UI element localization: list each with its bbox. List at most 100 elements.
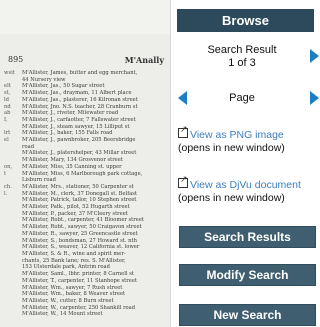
scan-page-header: 895 M'Anally: [0, 52, 170, 68]
scan-line-text: M'Allister, Wm., baker, 8 Weaver street: [22, 291, 126, 298]
new-search-button[interactable]: New Search: [179, 304, 316, 326]
next-page-arrow-icon[interactable]: [310, 91, 319, 105]
scan-line-text: M'Allister, T., carpenter, 11 Stanhope s…: [22, 277, 137, 284]
browse-panel: Browse Search Result 1 of 3 Page View as…: [172, 0, 319, 327]
scan-line-text: M'Allister, P., packer, 37 M'Cleery stre…: [22, 210, 128, 217]
scan-text-line: M'Allister, J., platershelper, 43 Millar…: [4, 150, 170, 157]
scan-text-line: I, M'Allister, J., carfaotter, 7 Fallswat…: [4, 117, 170, 124]
scan-text-line: nd M'Allister, Jno. N.S. teacher, 28 Cran…: [4, 104, 170, 111]
scan-text-line: M'Allister, Patrick, tailor, 10 Stephen …: [4, 197, 170, 204]
search-result-indicator: Search Result 1 of 3: [177, 44, 307, 70]
scan-line-text: M'Allister, J., baker, 155 Falls road: [22, 130, 113, 137]
scan-text-line: road: [4, 144, 170, 151]
search-result-label: Search Result: [207, 44, 277, 56]
scan-text-line: M'Allister, Robt., carpenter, 41 Bloomer…: [4, 217, 170, 224]
view-png-block: View as PNG image (opens in new window): [178, 123, 319, 155]
scan-line-text: M'Allister, R., sawyer, 25 Greencastle s…: [22, 230, 138, 237]
scan-line-text: M'Allister, S., weaver, 12 California st…: [22, 244, 140, 251]
scan-text-line: M'Allister, W., cutter, 8 Burn street: [4, 298, 170, 305]
scan-line-text: M'Allister, Jas., draymam, 11 Albert pla…: [22, 90, 132, 97]
scan-line-margin: I,: [4, 116, 8, 123]
scan-page-number: 895: [8, 55, 24, 64]
scan-line-text: road: [22, 143, 35, 150]
scanned-page-thumbnail: 895 M'Anally wsit M'Allister, James, butt…: [0, 0, 171, 327]
scan-line-margin: ld: [4, 96, 9, 103]
scan-line-text: M'Allister, J., riveter, Milewater road: [22, 110, 119, 117]
scan-text-line: M'Allister, Wm., baker, 8 Weaver street: [4, 291, 170, 298]
scan-text-line: 153 Ulsterdale park, Antrim road: [4, 264, 170, 271]
scan-line-text: chants, 25 Bank lane; res. S. M'Allister…: [22, 257, 126, 264]
scan-text-line: M'Allister, S., weaver, 12 California st…: [4, 244, 170, 251]
scan-line-text: M'Allister, W., cutter, 8 Burn street: [22, 297, 114, 304]
view-djvu-link[interactable]: View as DjVu document: [190, 179, 301, 191]
scan-text-body: wsit M'Allister, James, butter and egg me…: [4, 70, 170, 318]
scan-text-line: M'Allister, Patk., pilot, 52 Hugarth str…: [4, 204, 170, 211]
view-djvu-block: View as DjVu document (opens in new wind…: [178, 173, 319, 205]
scan-line-text: M'Allister, Saml., lbhr. printer, 8 Carn…: [22, 271, 134, 278]
scan-line-margin: elt: [4, 83, 11, 90]
scan-line-text: M'Allister, Miss, 6 Marlborough park cot…: [22, 170, 143, 177]
scan-text-line: M'Allister, Robt., sawyer, 50 Craigavon …: [4, 224, 170, 231]
scan-line-text: M'Allister, Patk., pilot, 52 Hugarth str…: [22, 204, 130, 211]
next-result-arrow-icon[interactable]: [310, 49, 319, 63]
scan-text-line: M'Allister, S., bondsman, 27 Howard st. …: [4, 238, 170, 245]
view-png-note: (opens in new window): [178, 142, 285, 154]
scan-line-text: M'Allister, W., 14 Mount street: [22, 311, 103, 318]
scan-line-text: M'Allister, S. & R., wine and spirit mer…: [22, 250, 126, 257]
scan-line-text: M'Allister, Patrick, tailor, 10 Stephen …: [22, 197, 137, 204]
scan-text-line: M'Allister, P., packer, 37 M'Cleery stre…: [4, 211, 170, 218]
scan-line-margin: ab: [4, 110, 11, 117]
page-label: Page: [229, 92, 255, 104]
view-djvu-note: (opens in new window): [178, 192, 285, 204]
scan-text-line: elt M'Allister, Jas., 50 Sugar street: [4, 83, 170, 90]
scan-text-line: st, M'Allister, Jas., draymam, 11 Albert …: [4, 90, 170, 97]
scan-line-text: M'Allister, M., clerk, 37 Donegall st. B…: [22, 190, 137, 197]
scan-line-text: M'Allister, J., platershelper, 43 Millar…: [22, 150, 137, 157]
scan-line-text: M'Allister, Jno. N.S. teacher, 28 Cranbu…: [22, 103, 138, 110]
modify-search-button[interactable]: Modify Search: [179, 264, 316, 286]
scan-line-text: Lisburn road: [22, 177, 56, 184]
scan-text-line: ch. M'Allister, Mrs., stationer, 50 Carpe…: [4, 184, 170, 191]
scan-text-line: l. M'Allister, M., clerk, 37 Donegall st.…: [4, 191, 170, 198]
scan-text-line: lrt M'Allister, J., baker, 155 Falls road: [4, 130, 170, 137]
scan-text-line: ab M'Allister, J., riveter, Milewater roa…: [4, 110, 170, 117]
search-result-position: 1 of 3: [228, 57, 256, 69]
scan-text-line: M'Allister, R., sawyer, 25 Greencastle s…: [4, 231, 170, 238]
external-link-icon: [178, 173, 188, 188]
scan-line-text: M'Allister, Robt., sawyer, 50 Craigavon …: [22, 224, 142, 231]
scan-top-margin: [0, 0, 170, 34]
scan-text-line: M'Allister, T., carpenter, 11 Stanhope s…: [4, 278, 170, 285]
scan-line-text: M'Allister, J., carfaotter, 7 Fallswater…: [22, 116, 136, 123]
scan-line-text: M'Allister, James, butter and egg mercha…: [22, 70, 138, 76]
scan-text-line: Lisburn road: [4, 177, 170, 184]
scan-text-line: 44 Nursery view: [4, 77, 170, 84]
previous-page-arrow-icon[interactable]: [178, 91, 187, 105]
scan-text-line: t M'Allister, Miss, 6 Marlborough park co…: [4, 171, 170, 178]
scan-line-margin: st,: [4, 90, 11, 97]
scan-line-text: M'Allister, Miss, 35 Canning st. upper: [22, 163, 122, 170]
scan-line-text: 44 Nursery view: [22, 76, 66, 83]
browse-header: Browse: [177, 9, 314, 32]
scan-text-line: M'Allister, Wm., sawyer, 7 Rush street: [4, 285, 170, 292]
scan-line-text: M'Allister, S., bondsman, 27 Howard st. …: [22, 237, 137, 244]
scan-text-line: M'Allister, W., 14 Mount street: [4, 311, 170, 318]
scan-text-line: wsit M'Allister, James, butter and egg me…: [4, 70, 170, 77]
scan-text-line: ld M'Allister, Jas., plasterer, 16 Kilron…: [4, 97, 170, 104]
scan-text-line: M'Allister, Mary, 134 Grosvenor street: [4, 157, 170, 164]
scan-line-margin: nd: [4, 103, 11, 110]
scan-text-line: chants, 25 Bank lane; res. S. M'Allister…: [4, 258, 170, 265]
scan-line-text: M'Allister, J., pawnbroker, 205 Beersbri…: [22, 137, 136, 144]
view-png-link[interactable]: View as PNG image: [190, 129, 284, 141]
scan-line-margin: t: [4, 170, 7, 177]
scan-running-head: M'Anally: [124, 55, 164, 65]
search-results-button[interactable]: Search Results: [179, 226, 316, 248]
scan-text-line: on, M'Allister, Miss, 35 Canning st. uppe…: [4, 164, 170, 171]
scan-line-margin: l.: [4, 190, 8, 197]
scan-line-margin: el: [4, 137, 9, 144]
scan-line-text: M'Allister, Jas., plasterer, 16 Kilronan…: [22, 96, 138, 103]
scan-line-text: 153 Ulsterdale park, Antrim road: [22, 264, 110, 271]
scan-text-line: el M'Allister, J., pawnbroker, 205 Beersb…: [4, 137, 170, 144]
scan-line-text: M'Allister, Robt., carpenter, 41 Bloomer…: [22, 217, 144, 224]
scan-line-text: M'Allister, Mrs., stationer, 50 Carpente…: [22, 183, 134, 190]
scan-line-margin: ch.: [4, 183, 12, 190]
